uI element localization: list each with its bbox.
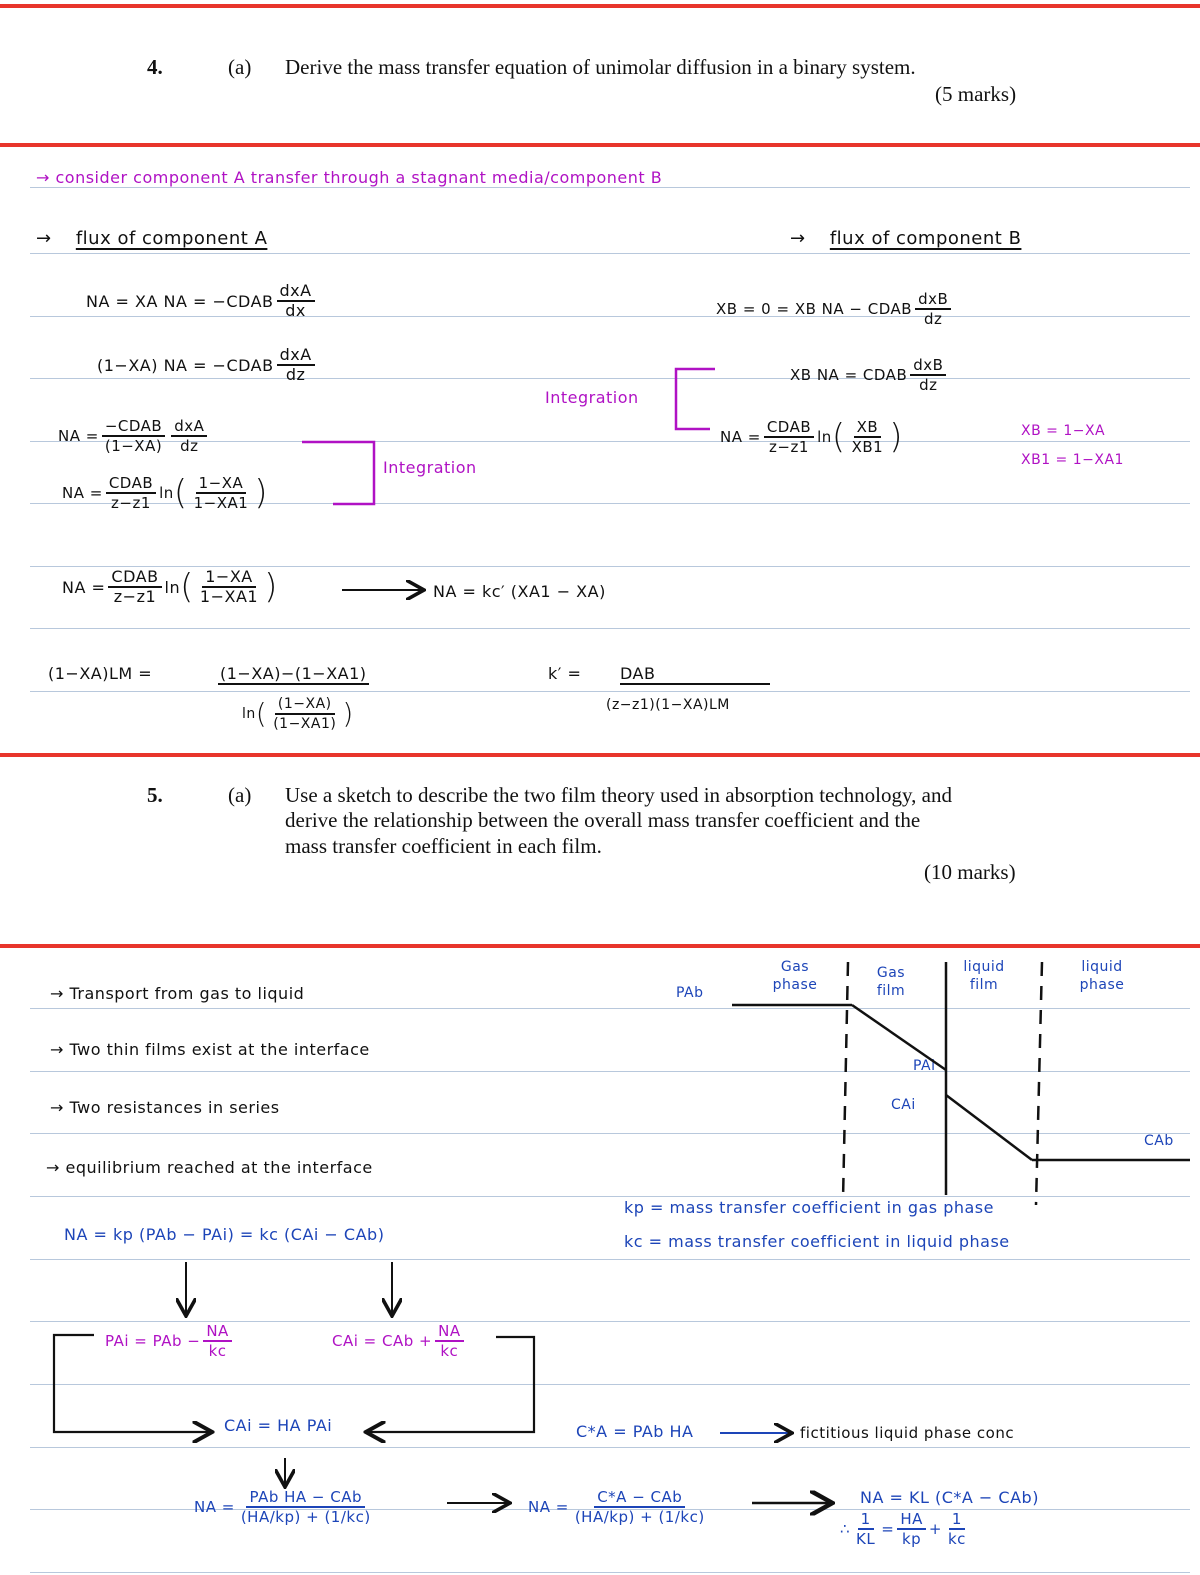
equation-cstar: C*A = PAb HA — [576, 1422, 694, 1441]
equation-k-prime-lhs: k′ = — [548, 664, 582, 683]
definition-kc: kc = mass transfer coefficient in liquid… — [624, 1232, 1010, 1251]
integration-label-a: Integration — [383, 458, 477, 477]
equation-flux-b-3: NA = CDAB z−z1 ln ( XB XB1 ) — [720, 417, 903, 457]
equation-log-mean-lhs: (1−XA)LM = — [48, 664, 153, 683]
flux-b-heading: → flux of component B — [790, 228, 1022, 249]
arrow-icon: → — [790, 228, 806, 249]
equation-cai: CAi = CAb + NA kc — [332, 1322, 467, 1360]
equation-k-prime-num: DAB — [620, 664, 770, 685]
definition-kp: kp = mass transfer coefficient in gas ph… — [624, 1198, 994, 1217]
question-5-part: (a) — [228, 783, 252, 807]
equation-pai: PAi = PAb − NA kc — [105, 1322, 235, 1360]
equation-flux-a-3: NA = −CDAB (1−XA) dxA dz — [58, 417, 210, 455]
bullet-two-films: → Two thin films exist at the interface — [50, 1040, 370, 1059]
equation-flux-rates: NA = kp (PAb − PAi) = kc (CAi − CAb) — [64, 1225, 385, 1244]
label-gas-phase: Gas phase — [772, 959, 818, 993]
equation-flux-b-1: XB = 0 = XB NA − CDAB dxB dz — [716, 290, 954, 328]
equation-flux-a-2: (1−XA) NA = −CDAB dxA dz — [97, 346, 318, 384]
label-pab: PAb — [676, 985, 704, 1001]
separator-q5-start — [0, 753, 1200, 757]
substitution-xb: XB = 1−XA — [1021, 423, 1106, 439]
label-liquid-film: liquid film — [963, 959, 1005, 993]
question-number: 4. — [147, 55, 163, 79]
question-5-marks: (10 marks) — [924, 860, 1016, 884]
question-4-marks: (5 marks) — [935, 82, 1017, 106]
question-4-text: Derive the mass transfer equation of uni… — [285, 55, 916, 79]
flux-a-heading: → flux of component A — [36, 228, 268, 249]
label-cai: CAi — [891, 1097, 916, 1113]
question-5-text-line-3: mass transfer coefficient in each film. — [285, 834, 602, 858]
equation-na-kl: NA = KL (C*A − CAb) — [860, 1488, 1039, 1507]
arrow-icon: → — [36, 228, 52, 249]
cstar-label: fictitious liquid phase conc — [800, 1424, 1015, 1442]
bullet-equilibrium: → equilibrium reached at the interface — [46, 1158, 373, 1177]
question-5-number: 5. — [147, 783, 163, 807]
equation-flux-b-2: XB NA = CDAB dxB dz — [790, 356, 949, 394]
equation-na-kc: NA = kc′ (XA1 − XA) — [433, 582, 606, 601]
intro-note: → consider component A transfer through … — [36, 168, 663, 187]
equation-na-overall-2: NA = C*A − CAb (HA/kp) + (1/kc) — [528, 1488, 705, 1526]
gas-film-boundary — [841, 961, 850, 1201]
equation-na-log: NA = CDAB z−z1 ln ( 1−XA 1−XA1 ) — [62, 567, 278, 607]
equation-flux-a-4: NA = CDAB z−z1 ln ( 1−XA 1−XA1 ) — [62, 473, 269, 513]
integration-label-b: Integration — [545, 388, 639, 407]
label-pai: PAi — [913, 1058, 936, 1074]
separator-q4-end — [0, 143, 1200, 147]
liquid-film-gradient — [945, 1094, 1033, 1161]
bullet-resistances: → Two resistances in series — [50, 1098, 280, 1117]
question-5-text-line-2: derive the relationship between the over… — [285, 808, 921, 832]
question-5-text-line-1: Use a sketch to describe the two film th… — [285, 783, 952, 807]
equation-k-prime-den: (z−z1)(1−XA)LM — [606, 697, 730, 713]
question-4-part: (a) — [228, 55, 252, 79]
equation-log-mean-den: ln ( (1−XA) (1−XA1) ) — [242, 696, 354, 732]
equation-henry: CAi = HA PAi — [224, 1416, 333, 1435]
separator-q5-end — [0, 944, 1200, 948]
label-cab: CAb — [1144, 1133, 1174, 1149]
equation-overall-coefficient: ∴ 1 KL = HA kp + 1 kc — [840, 1510, 966, 1548]
label-liquid-phase: liquid phase — [1079, 959, 1125, 993]
bullet-transport: → Transport from gas to liquid — [50, 984, 305, 1003]
equation-na-overall-1: NA = PAb HA − CAb (HA/kp) + (1/kc) — [194, 1488, 371, 1526]
question-4: 4. — [147, 54, 163, 80]
equation-flux-a-1: NA = XA NA = −CDAB dxA dx — [86, 282, 318, 320]
integration-bracket-a — [302, 440, 376, 506]
substitution-xb1: XB1 = 1−XA1 — [1021, 452, 1124, 468]
equation-log-mean-num: (1−XA)−(1−XA1) — [218, 664, 369, 685]
separator-top — [0, 4, 1200, 8]
liquid-film-boundary — [1034, 961, 1044, 1206]
label-gas-film: Gas film — [876, 965, 906, 999]
